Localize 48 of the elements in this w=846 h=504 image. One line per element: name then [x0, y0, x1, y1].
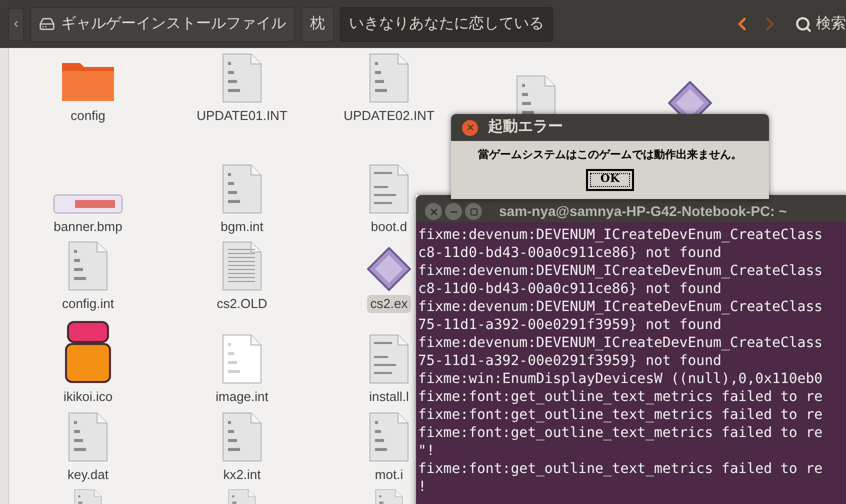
terminal-line: !	[418, 478, 426, 496]
file-name[interactable]: cs2.ex	[367, 295, 411, 313]
ok-button[interactable]: OK	[586, 168, 634, 190]
script-file-icon	[369, 164, 409, 214]
breadcrumb-button[interactable]: いきなりあなたに恋している	[340, 6, 553, 42]
drive-icon	[39, 16, 55, 32]
text-file-icon	[222, 241, 262, 291]
binary-file-icon	[68, 412, 108, 462]
minimize-button[interactable]	[445, 203, 462, 220]
terminal-line: "!	[418, 442, 435, 460]
binary-file-icon	[68, 241, 108, 291]
terminal-line: fixme:devenum:DEVENUM_ICreateDevEnum_CreateClass	[418, 226, 823, 244]
binary-file-icon	[222, 164, 262, 214]
terminal-line: fixme:font:get_outline_text_metrics failed to re	[418, 424, 823, 442]
terminal-line: fixme:devenum:DEVENUM_ICreateDevEnum_CreateClass	[418, 262, 823, 280]
diamond-icon	[367, 247, 411, 291]
binary-file-icon	[222, 334, 262, 384]
dialog-title: 起動エラー	[488, 117, 563, 138]
binary-file-icon	[222, 53, 262, 103]
breadcrumb-button[interactable]: ギャルゲーインストールファイル	[30, 6, 295, 42]
breadcrumb-button[interactable]: 枕	[301, 6, 334, 42]
search-button[interactable]: 検索	[795, 12, 846, 36]
terminal-line: fixme:win:EnumDisplayDevicesW ((null),0,0x110eb0	[418, 370, 823, 388]
banner-image-icon	[53, 194, 123, 214]
terminal-line: fixme:font:get_outline_text_metrics failed to re	[418, 388, 823, 406]
close-icon	[428, 206, 438, 216]
terminal-line: fixme:font:get_outline_text_metrics failed to re	[418, 406, 823, 424]
terminal-line: 75-11d1-a392-00e0291f3959} not found	[418, 352, 722, 370]
game-logo-icon	[65, 320, 111, 384]
close-icon	[466, 123, 474, 132]
binary-file-icon	[369, 412, 409, 462]
terminal-line: fixme:devenum:DEVENUM_ICreateDevEnum_CreateClass	[418, 334, 823, 352]
terminal-line: c8-11d0-bd43-00a0c911ce86} not found	[418, 244, 722, 262]
error-message: 當ゲームシステムはこのゲームでは動作出来ません。	[478, 147, 742, 163]
terminal-title: sam-nya@samnya-HP-G42-Notebook-PC: ~	[499, 202, 787, 221]
terminal-line: fixme:font:get_outline_text_metrics failed to re	[418, 460, 823, 478]
terminal-line: fixme:devenum:DEVENUM_ICreateDevEnum_CreateClass	[418, 298, 823, 316]
binary-file-icon	[222, 412, 262, 462]
terminal-line: c8-11d0-bd43-00a0c911ce86} not found	[418, 280, 722, 298]
terminal-line: 75-11d1-a392-00e0291f3959} not found	[418, 316, 722, 334]
search-icon	[795, 16, 812, 32]
script-file-icon	[369, 334, 409, 384]
close-button[interactable]	[425, 203, 442, 220]
binary-file-icon	[369, 53, 409, 103]
scroll-left-button[interactable]	[8, 8, 24, 40]
close-button[interactable]	[462, 120, 478, 136]
maximize-icon	[470, 208, 478, 216]
maximize-button[interactable]	[465, 203, 482, 220]
